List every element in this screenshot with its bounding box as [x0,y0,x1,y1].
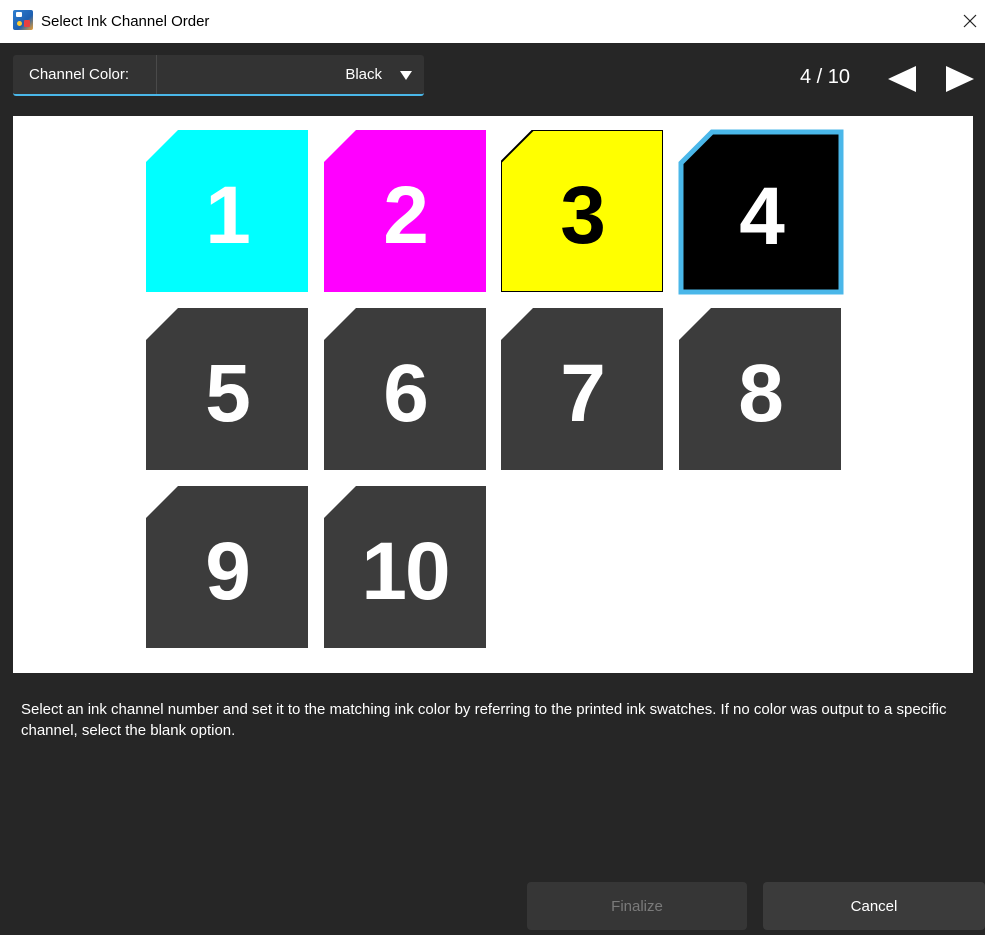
tile-number: 5 [205,348,251,439]
tile-number: 8 [738,348,784,439]
triangle-left-icon[interactable] [887,65,917,93]
tile-number: 1 [205,170,251,261]
instructions-text: Select an ink channel number and set it … [21,701,947,739]
divider [156,55,157,94]
ink-channel-tile-6[interactable]: 6 [324,308,486,470]
ink-channel-tile-5[interactable]: 5 [146,308,308,470]
ink-channel-tile-7[interactable]: 7 [501,308,663,470]
ink-channel-tile-1[interactable]: 1 [146,130,308,292]
triangle-right-icon[interactable] [945,65,975,93]
channel-color-label: Channel Color: [29,66,130,83]
finalize-button[interactable]: Finalize [527,882,747,930]
tile-number: 9 [205,526,251,617]
cancel-button[interactable]: Cancel [763,882,985,930]
tile-number: 4 [739,171,785,262]
title-bar: Select Ink Channel Order [0,0,985,43]
tile-number: 3 [560,170,606,261]
close-icon[interactable] [960,11,980,31]
tile-number: 10 [361,526,450,617]
ink-channel-tile-8[interactable]: 8 [679,308,841,470]
page-counter: 4 / 10 [799,66,850,88]
ink-channel-tile-9[interactable]: 9 [146,486,308,648]
ink-channel-tile-10[interactable]: 10 [324,486,486,648]
app-icon [13,10,33,30]
ink-channel-tile-4[interactable]: 4 [678,129,844,295]
channel-color-value[interactable]: Black [345,66,382,83]
tile-number: 6 [383,348,429,439]
window-title: Select Ink Channel Order [41,13,210,30]
ink-channel-tile-2[interactable]: 2 [324,130,486,292]
triangle-down-icon[interactable] [400,71,412,80]
tile-number: 7 [560,348,606,439]
ink-channel-tile-3[interactable]: 3 [501,130,663,292]
channel-color-dropdown[interactable]: Channel Color: Black [13,55,424,96]
tile-number: 2 [383,170,429,261]
ink-channel-grid: 1 2 3 4 5 6 7 8 9 10 [13,116,973,673]
